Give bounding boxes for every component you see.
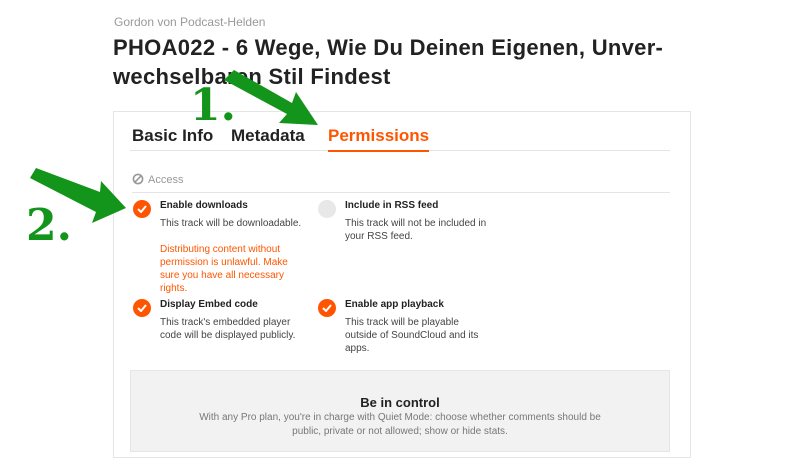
annotation-step-1: 1. bbox=[190, 80, 236, 131]
annotation-step-2: 2. bbox=[26, 200, 72, 251]
arrow-1-icon bbox=[224, 70, 318, 125]
annotation-arrows bbox=[30, 70, 318, 223]
